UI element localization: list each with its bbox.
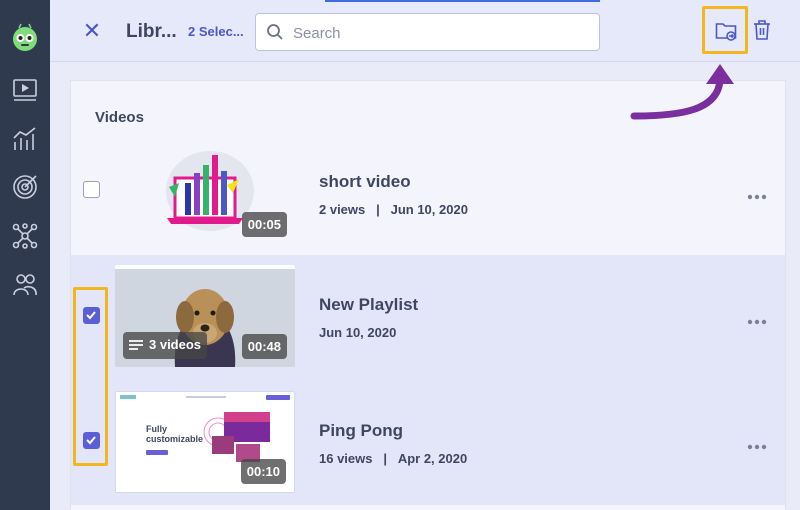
page-title: Libr... — [126, 21, 177, 42]
more-options-button[interactable] — [747, 313, 767, 325]
video-meta: Jun 10, 2020 — [319, 325, 396, 340]
video-thumbnail[interactable]: 00:05 — [115, 143, 295, 245]
meta-separator: | — [376, 202, 380, 217]
video-row[interactable]: 00:05 short video 2 views | Jun 10, 2020 — [71, 141, 785, 255]
delete-button[interactable] — [752, 19, 772, 41]
video-title[interactable]: short video — [319, 172, 411, 192]
more-icon — [747, 194, 767, 200]
engagement-nav-icon[interactable] — [12, 174, 38, 200]
meta-separator: | — [383, 451, 387, 466]
checkbox-highlight — [73, 287, 108, 466]
video-title[interactable]: Ping Pong — [319, 421, 403, 441]
more-icon — [747, 319, 767, 325]
view-count: 2 views — [319, 202, 366, 217]
playlist-badge: 3 videos — [123, 332, 208, 359]
library-panel: Videos 00:05 short video 2 views | Jun 1… — [70, 80, 786, 510]
playlist-thumbnail[interactable]: 3 videos 00:48 — [115, 265, 295, 367]
top-accent-line — [325, 0, 600, 2]
thumbnail-heading-line2: customizable — [146, 434, 204, 444]
video-meta: 16 views | Apr 2, 2020 — [319, 451, 467, 466]
thumbnail-heading-line1: Fully — [146, 424, 168, 434]
top-bar: ✕ Libr... 2 Selec... — [50, 0, 800, 62]
more-options-button[interactable] — [747, 188, 767, 200]
selected-rows: 3 videos 00:48 New Playlist Jun 10, 2020 — [71, 255, 785, 505]
view-count: 16 views — [319, 451, 373, 466]
folder-move-icon — [715, 23, 737, 41]
video-date: Jun 10, 2020 — [319, 325, 397, 340]
thumbnail-heading: Fully customizable — [146, 424, 203, 444]
section-title: Videos — [95, 109, 144, 126]
duration-badge: 00:10 — [240, 459, 286, 484]
trash-icon — [754, 20, 770, 40]
selected-count: 2 Selec... — [188, 24, 244, 39]
playlist-count: 3 videos — [149, 337, 202, 352]
search-box[interactable] — [255, 13, 600, 51]
duration-badge: 00:48 — [241, 334, 287, 359]
duration-badge: 00:05 — [241, 212, 287, 237]
left-rail — [0, 0, 50, 510]
video-date: Apr 2, 2020 — [397, 451, 468, 466]
integrations-nav-icon[interactable] — [12, 223, 38, 249]
logo-icon[interactable] — [10, 22, 40, 52]
video-meta: 2 views | Jun 10, 2020 — [319, 202, 468, 217]
search-icon — [266, 23, 284, 41]
videos-nav-icon[interactable] — [12, 77, 38, 103]
close-selection-button[interactable]: ✕ — [82, 19, 102, 43]
move-to-folder-button[interactable] — [702, 6, 748, 54]
team-nav-icon[interactable] — [12, 271, 38, 297]
list-icon — [129, 339, 143, 354]
analytics-nav-icon[interactable] — [12, 126, 38, 152]
video-thumbnail[interactable]: Fully customizable 00:10 — [115, 391, 295, 493]
video-date: Jun 10, 2020 — [390, 202, 468, 217]
more-options-button[interactable] — [747, 438, 767, 450]
more-icon — [747, 444, 767, 450]
row-checkbox[interactable] — [83, 181, 100, 198]
search-input[interactable] — [293, 22, 583, 44]
video-title[interactable]: New Playlist — [319, 295, 418, 315]
